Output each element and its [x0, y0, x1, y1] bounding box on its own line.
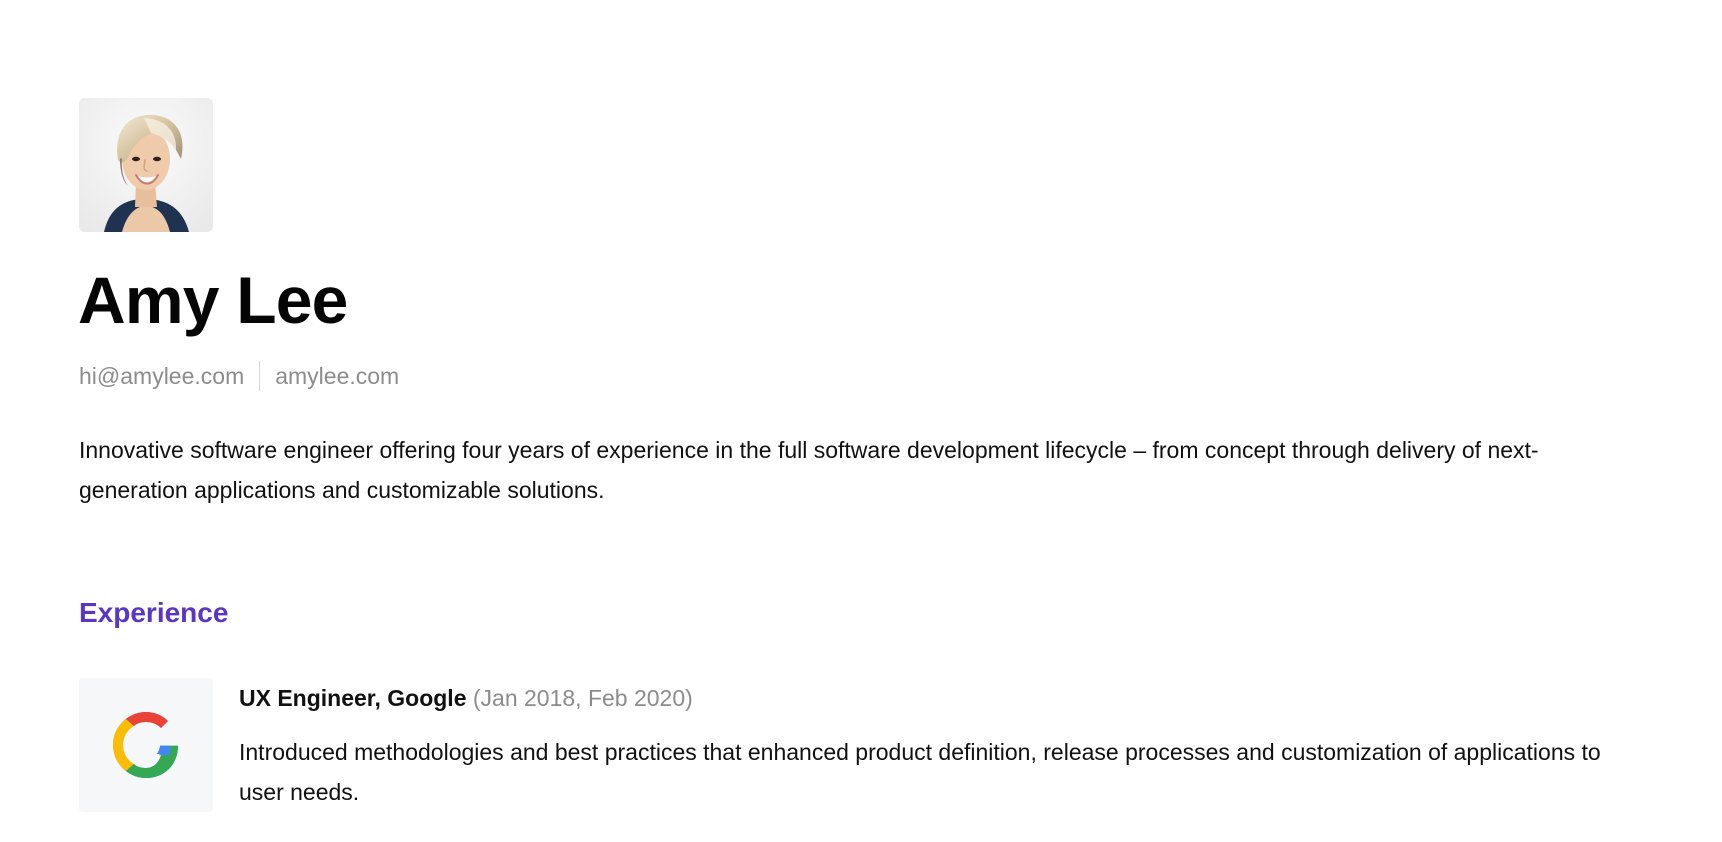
company-logo-tile	[79, 678, 213, 812]
resume-page: Amy Lee hi@amylee.com amylee.com Innovat…	[0, 0, 1722, 842]
job-content: UX Engineer, Google (Jan 2018, Feb 2020)…	[239, 678, 1639, 812]
avatar-photo-icon	[79, 98, 213, 232]
profile-summary: Innovative software engineer offering fo…	[79, 437, 1539, 503]
google-logo-icon	[113, 712, 178, 778]
experience-section-title: Experience	[79, 597, 229, 628]
experience-item: UX Engineer, Google (Jan 2018, Feb 2020)…	[79, 678, 1639, 812]
job-dates: (Jan 2018, Feb 2020)	[472, 685, 693, 711]
contact-links: hi@amylee.com amylee.com	[79, 360, 399, 392]
job-title: UX Engineer, Google	[239, 685, 467, 711]
profile-name: Amy Lee	[78, 263, 348, 337]
website-link[interactable]: amylee.com	[275, 360, 399, 392]
contact-divider	[259, 361, 261, 391]
profile-avatar	[79, 98, 213, 232]
email-link[interactable]: hi@amylee.com	[79, 360, 244, 392]
job-description: Introduced methodologies and best practi…	[239, 739, 1601, 805]
job-heading: UX Engineer, Google (Jan 2018, Feb 2020)	[239, 678, 1639, 718]
